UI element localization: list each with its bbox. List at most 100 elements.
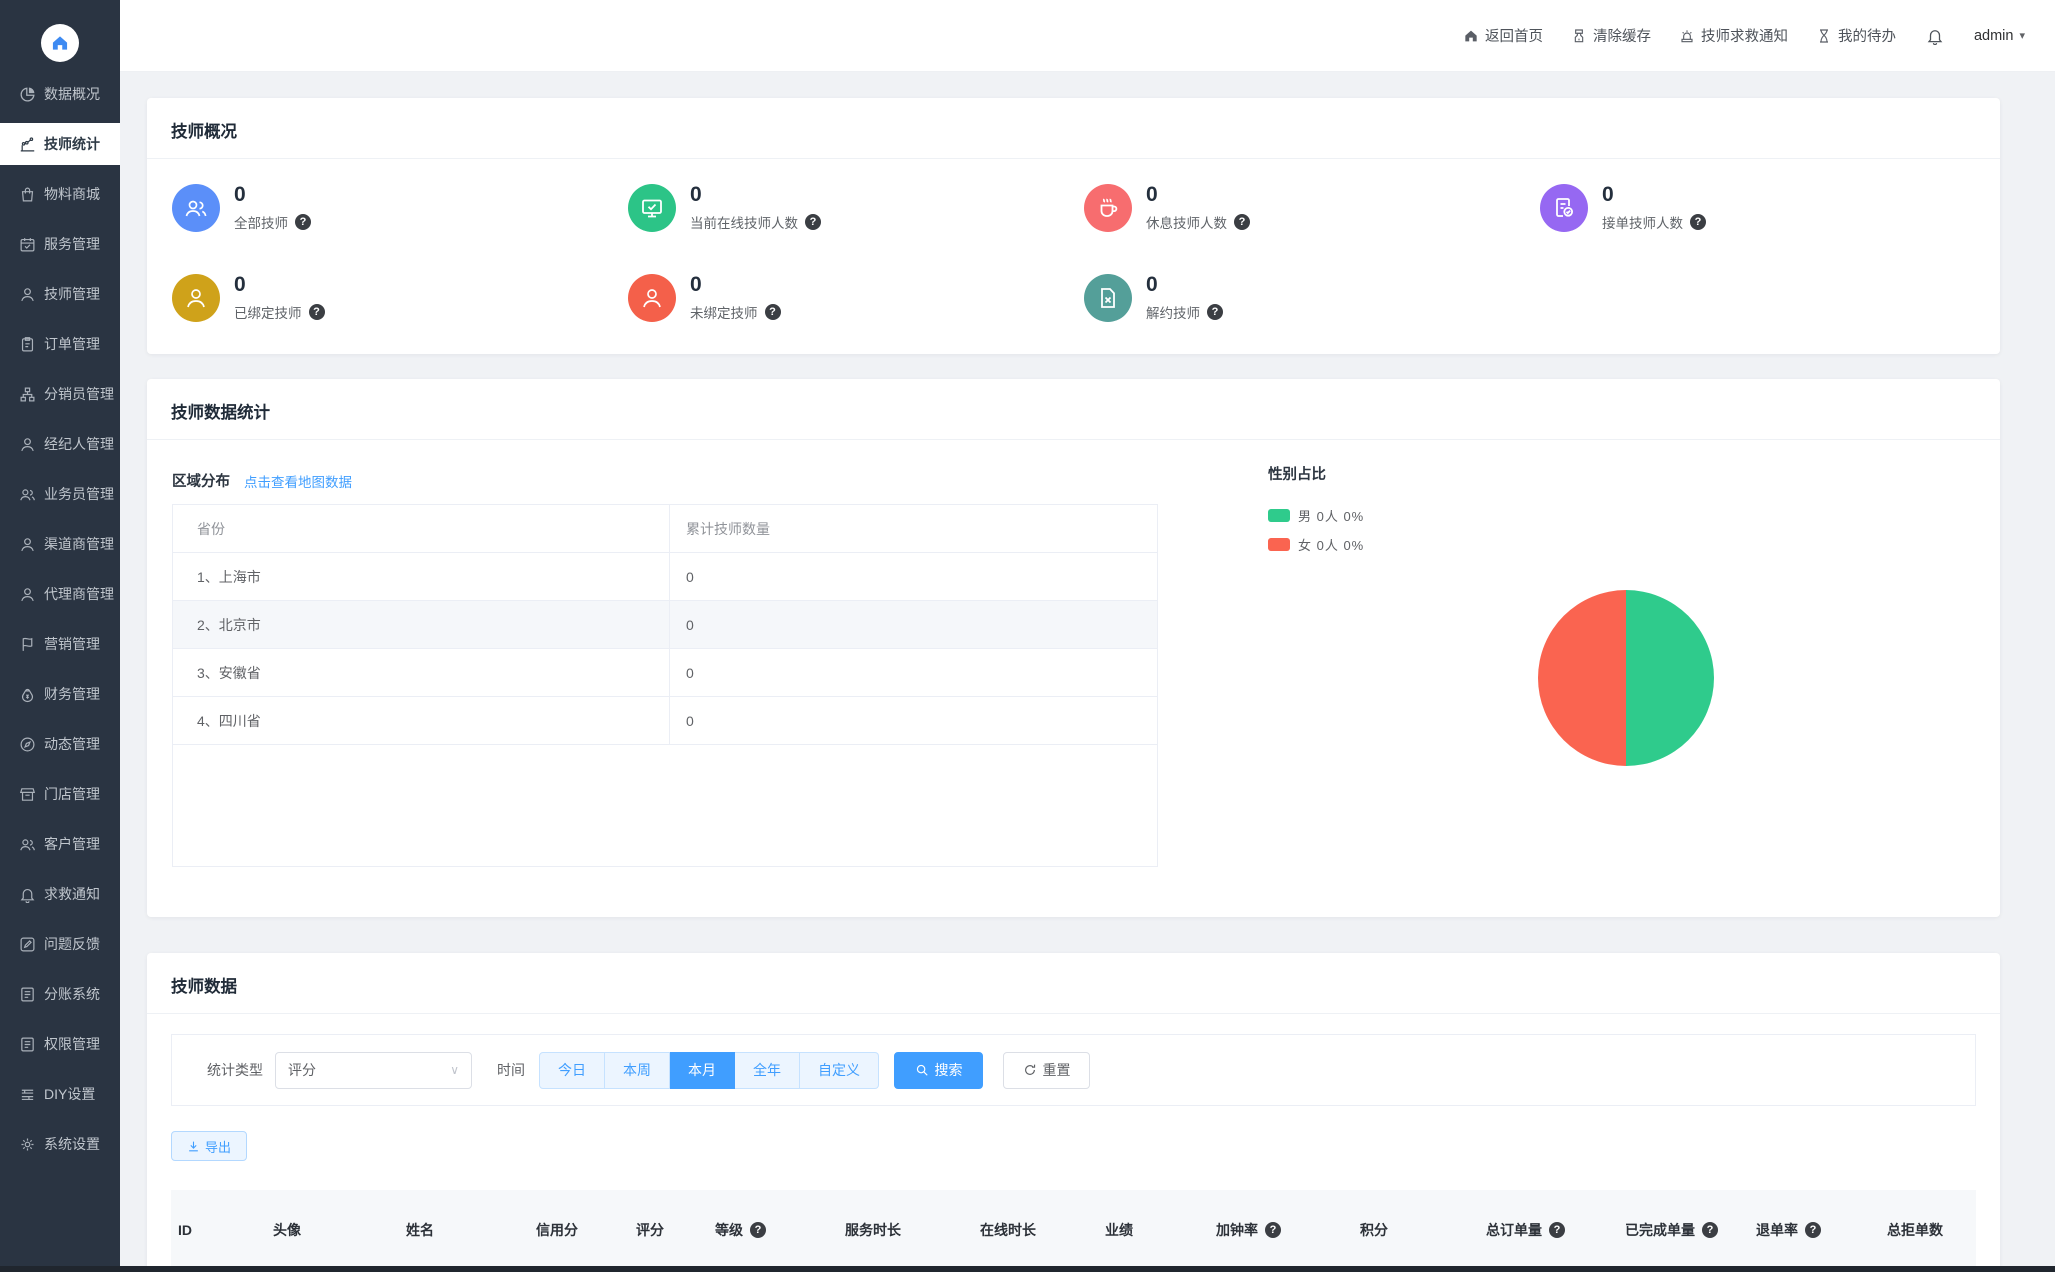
- table-column-header: 评分: [636, 1222, 664, 1238]
- doccheck-icon: [1540, 183, 1588, 232]
- sidebar-item-feedback[interactable]: 问题反馈: [0, 923, 120, 965]
- help-icon[interactable]: ?: [1265, 1222, 1281, 1238]
- sidebar-item-store-mgmt[interactable]: 门店管理: [0, 773, 120, 815]
- layout-icon: [19, 1086, 36, 1103]
- time-range-group: 今日 本周 本月 全年 自定义: [539, 1051, 879, 1089]
- sidebar-item-permission-mgmt[interactable]: 权限管理: [0, 1023, 120, 1065]
- topbar-links: 返回首页 清除缓存 技师求救通知 我的待办: [1435, 25, 1896, 46]
- clip-icon: [19, 336, 36, 353]
- stat-value: 0: [234, 273, 246, 296]
- topbar-link-back-home[interactable]: 返回首页: [1463, 25, 1543, 46]
- tech-data-card: 技师数据 统计类型 评分 ∨ 时间 今日 本周 本月 全年 自定义 搜索 重置 导出 I…: [147, 953, 2000, 1272]
- help-icon[interactable]: ?: [1234, 214, 1250, 230]
- sidebar-item-marketing-mgmt[interactable]: 营销管理: [0, 623, 120, 665]
- pie-legend: 男 0人 0% 女 0人 0%: [1268, 506, 1364, 554]
- sidebar-item-dynamic-mgmt[interactable]: 动态管理: [0, 723, 120, 765]
- tech-overview-title: 技师概况: [171, 123, 237, 141]
- gear-icon: [19, 1136, 36, 1153]
- chevron-down-icon: ▾: [2019, 30, 2025, 42]
- bars-icon: [19, 136, 36, 153]
- help-icon[interactable]: ?: [1207, 304, 1223, 320]
- view-map-data-link[interactable]: 点击查看地图数据: [244, 471, 352, 491]
- stat-unbound-techs: 0 未绑定技师 ?: [628, 273, 1084, 322]
- sidebar-item-order-mgmt[interactable]: 订单管理: [0, 323, 120, 365]
- stat-label: 休息技师人数: [1146, 216, 1227, 231]
- stat-type-select[interactable]: 评分 ∨: [275, 1051, 472, 1089]
- sidebar-item-channel-mgmt[interactable]: 渠道商管理: [0, 523, 120, 565]
- time-range-button-今日[interactable]: 今日: [539, 1051, 605, 1089]
- stat-label: 接单技师人数: [1602, 216, 1683, 231]
- stat-terminated-techs: 0 解约技师 ?: [1084, 273, 1540, 322]
- user-menu[interactable]: admin ▾: [1974, 28, 2025, 44]
- stat-taking-order-techs: 0 接单技师人数 ?: [1540, 183, 1996, 232]
- help-icon[interactable]: ?: [750, 1222, 766, 1238]
- stat-all-techs: 0 全部技师 ?: [172, 183, 628, 232]
- time-range-button-全年[interactable]: 全年: [735, 1051, 800, 1089]
- sidebar-item-material-mall[interactable]: 物料商城: [0, 173, 120, 215]
- sidebar-item-broker-mgmt[interactable]: 经纪人管理: [0, 423, 120, 465]
- time-range-button-本周[interactable]: 本周: [605, 1051, 670, 1089]
- bag-icon: [19, 186, 36, 203]
- time-range-button-自定义[interactable]: 自定义: [800, 1051, 879, 1089]
- alarm-icon: [1679, 28, 1695, 44]
- help-icon[interactable]: ?: [295, 214, 311, 230]
- topbar-link-my-todo[interactable]: 我的待办: [1816, 25, 1896, 46]
- help-icon[interactable]: ?: [1805, 1222, 1821, 1238]
- sidebar-item-sos-notice[interactable]: 求救通知: [0, 873, 120, 915]
- legend-text: 女 0人 0%: [1298, 538, 1365, 553]
- topbar-link-tech-sos-notice[interactable]: 技师求救通知: [1679, 25, 1788, 46]
- person-icon: [19, 436, 36, 453]
- sidebar-item-finance-mgmt[interactable]: 财务管理: [0, 673, 120, 715]
- help-icon[interactable]: ?: [1549, 1222, 1565, 1238]
- topbar: 返回首页 清除缓存 技师求救通知 我的待办 admin ▾: [120, 0, 2055, 72]
- province-cell: 4、四川省: [197, 712, 261, 729]
- help-icon[interactable]: ?: [1690, 214, 1706, 230]
- sidebar-item-diy-settings[interactable]: DIY设置: [0, 1073, 120, 1115]
- export-button[interactable]: 导出: [171, 1131, 247, 1161]
- home-icon: [1463, 28, 1479, 44]
- pie-icon: [19, 86, 36, 103]
- person-icon: [19, 586, 36, 603]
- table-column-header: 积分: [1360, 1222, 1388, 1238]
- sidebar-item-tech-mgmt[interactable]: 技师管理: [0, 273, 120, 315]
- table-column-header: 加钟率 ?: [1216, 1220, 1360, 1240]
- stat-bound-techs: 0 已绑定技师 ?: [172, 273, 628, 322]
- sidebar-item-tech-stats[interactable]: 技师统计: [0, 123, 120, 165]
- help-icon[interactable]: ?: [308, 304, 325, 320]
- search-button[interactable]: 搜索: [894, 1051, 983, 1089]
- help-icon[interactable]: ?: [805, 214, 821, 230]
- time-range-button-本月[interactable]: 本月: [670, 1051, 735, 1089]
- help-icon[interactable]: ?: [1702, 1222, 1718, 1238]
- notification-bell-icon[interactable]: [1926, 27, 1944, 45]
- column-province: 省份: [197, 520, 225, 537]
- sidebar-item-salesman-mgmt[interactable]: 业务员管理: [0, 473, 120, 515]
- sidebar-item-distributor-mgmt[interactable]: 分销员管理: [0, 373, 120, 415]
- sidebar-item-customer-mgmt[interactable]: 客户管理: [0, 823, 120, 865]
- table-column-header: 服务时长: [845, 1222, 901, 1238]
- app-logo[interactable]: [41, 24, 79, 62]
- sidebar-item-service-mgmt[interactable]: 服务管理: [0, 223, 120, 265]
- sidebar-item-data-overview[interactable]: 数据概况: [0, 73, 120, 115]
- reset-button[interactable]: 重置: [1003, 1051, 1090, 1089]
- person-icon: [628, 273, 676, 322]
- stats-grid: 0 全部技师 ? 0 当前在线技师人数 ? 0 休息技师人数 ? 0 接单技师人…: [147, 159, 2000, 322]
- people-icon: [172, 183, 220, 232]
- sidebar-item-agent-mgmt[interactable]: 代理商管理: [0, 573, 120, 615]
- edit-icon: [19, 936, 36, 953]
- help-icon[interactable]: ?: [764, 304, 781, 320]
- money-icon: [19, 686, 36, 703]
- legend-text: 男 0人 0%: [1298, 509, 1365, 524]
- column-tech-count: 累计技师数量: [669, 505, 1157, 552]
- topbar-link-clear-cache[interactable]: 清除缓存: [1571, 25, 1651, 46]
- tech-overview-card: 技师概况 0 全部技师 ? 0 当前在线技师人数 ? 0 休息技师人数 ? 0 …: [147, 98, 2000, 354]
- count-cell: 0: [669, 553, 1157, 600]
- sidebar-item-system-settings[interactable]: 系统设置: [0, 1123, 120, 1165]
- table-column-header: 退单率 ?: [1756, 1220, 1887, 1240]
- legend-item-女[interactable]: 女 0人 0%: [1268, 535, 1364, 554]
- count-cell: 0: [669, 697, 1157, 744]
- time-label: 时间: [497, 1062, 525, 1078]
- legend-item-男[interactable]: 男 0人 0%: [1268, 506, 1364, 525]
- horizontal-scrollbar[interactable]: [0, 1266, 2055, 1272]
- sidebar-item-ledger-system[interactable]: 分账系统: [0, 973, 120, 1015]
- stat-type-label: 统计类型: [207, 1062, 263, 1078]
